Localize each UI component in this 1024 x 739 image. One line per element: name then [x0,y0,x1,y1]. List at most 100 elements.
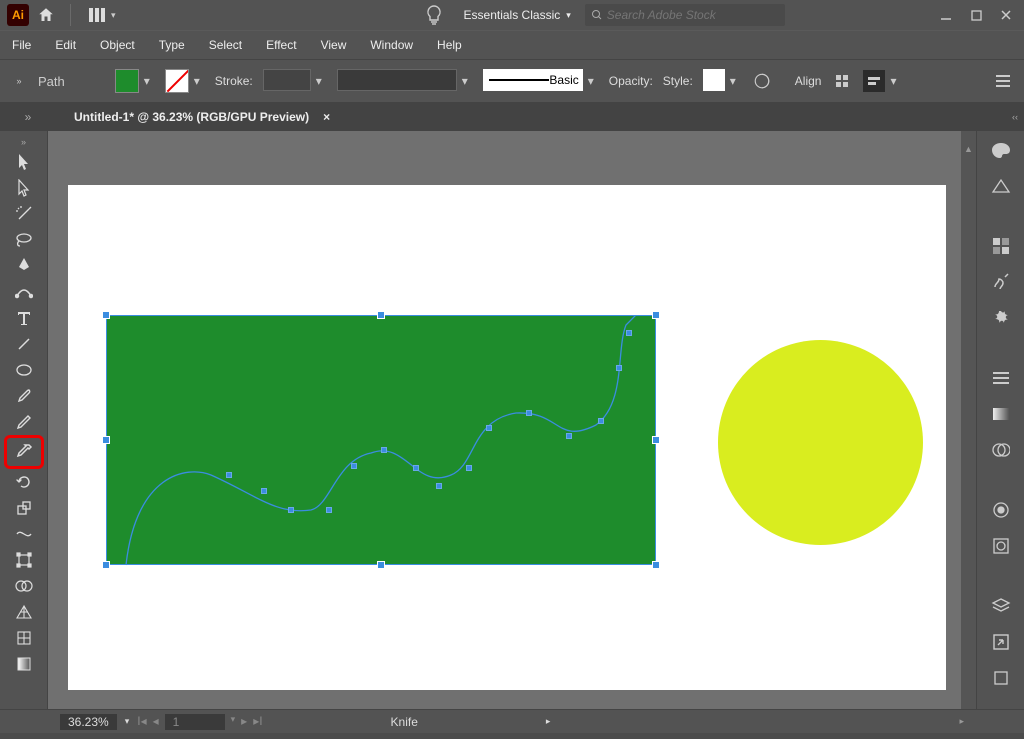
paintbrush-tool[interactable] [10,383,38,409]
fill-dropdown[interactable]: ▾ [139,69,155,93]
style-dropdown[interactable]: ▾ [725,69,741,93]
discover-icon[interactable] [426,5,442,25]
stroke-weight-field[interactable] [263,69,311,91]
stroke-panel-icon[interactable] [987,367,1015,389]
vertical-scrollbar[interactable]: ▲ [961,131,976,709]
stroke-weight-dropdown[interactable]: ▾ [311,69,327,93]
selection-handle[interactable] [102,561,110,569]
zoom-dropdown-icon[interactable]: ▾ [125,716,130,727]
selection-tool[interactable] [10,149,38,175]
selection-handle[interactable] [102,311,110,319]
menu-effect[interactable]: Effect [266,38,296,52]
gradient-tool[interactable] [10,651,38,677]
home-button[interactable] [32,1,60,29]
control-menu-icon[interactable] [992,70,1014,92]
prev-artboard-icon[interactable]: ◂ [153,714,159,730]
color-panel-icon[interactable] [987,139,1015,161]
close-button[interactable] [992,4,1020,26]
color-guide-icon[interactable] [987,175,1015,197]
align-button-1[interactable] [831,70,853,92]
width-tool[interactable] [10,521,38,547]
menu-object[interactable]: Object [100,38,135,52]
menu-file[interactable]: File [12,38,31,52]
align-button-2[interactable] [863,70,885,92]
swatches-panel-icon[interactable] [987,235,1015,257]
selection-handle[interactable] [377,311,385,319]
opacity-label: Opacity: [609,74,653,88]
first-artboard-icon[interactable]: I◂ [137,714,146,730]
shape-builder-tool[interactable] [10,573,38,599]
close-tab-icon[interactable]: × [323,110,330,124]
menu-window[interactable]: Window [370,38,413,52]
align-dropdown[interactable]: ▾ [885,69,901,93]
minimize-button[interactable] [932,4,960,26]
selection-handle[interactable] [652,561,660,569]
selection-handle[interactable] [652,436,660,444]
direct-selection-tool[interactable] [10,175,38,201]
search-container[interactable] [585,4,785,26]
right-panel-expand-icon[interactable]: ‹‹ [1012,112,1018,122]
brushes-panel-icon[interactable] [987,271,1015,293]
asset-export-icon[interactable] [987,631,1015,653]
fill-color-swatch[interactable] [115,69,139,93]
artboard-dropdown-icon[interactable]: ▾ [231,714,236,730]
search-input[interactable] [607,8,767,22]
eyedropper-tool[interactable] [4,435,44,469]
selection-handle[interactable] [102,436,110,444]
variable-width-profile[interactable] [337,69,457,91]
pen-tool[interactable] [10,253,38,279]
line-tool[interactable] [10,331,38,357]
artboards-panel-icon[interactable] [987,667,1015,689]
menu-help[interactable]: Help [437,38,462,52]
document-tab[interactable]: Untitled-1* @ 36.23% (RGB/GPU Preview) × [60,103,344,130]
pencil-tool[interactable] [10,409,38,435]
ellipse-tool[interactable] [10,357,38,383]
scroll-up-icon[interactable]: ▲ [961,141,976,157]
toolbox-collapse-icon[interactable]: » [21,137,26,147]
expand-control-icon[interactable]: » [10,76,28,86]
recolor-button[interactable] [751,70,773,92]
menu-type[interactable]: Type [159,38,185,52]
selection-handle[interactable] [652,311,660,319]
zoom-level[interactable]: 36.23% [60,714,117,730]
free-transform-tool[interactable] [10,547,38,573]
canvas-area[interactable]: ▲ [48,131,976,709]
tab-expand-icon[interactable]: » [18,102,38,131]
appearance-panel-icon[interactable] [987,499,1015,521]
menu-select[interactable]: Select [209,38,242,52]
scale-tool[interactable] [10,495,38,521]
arrange-documents-button[interactable]: ▾ [89,8,116,22]
lasso-tool[interactable] [10,227,38,253]
brush-definition[interactable]: Basic [483,69,583,91]
type-tool[interactable] [10,305,38,331]
artboard-index[interactable]: 1 [165,714,225,730]
stroke-color-swatch[interactable] [165,69,189,93]
menu-edit[interactable]: Edit [55,38,76,52]
graphic-style-swatch[interactable] [703,69,725,91]
brush-dropdown[interactable]: ▾ [583,69,599,93]
vwp-dropdown[interactable]: ▾ [457,69,473,93]
magic-wand-tool[interactable] [10,201,38,227]
artboard[interactable] [68,185,946,690]
right-panel-dock [976,131,1024,709]
next-artboard-icon[interactable]: ▸ [241,714,247,730]
stroke-dropdown[interactable]: ▾ [189,69,205,93]
symbols-panel-icon[interactable] [987,307,1015,329]
yellow-circle-shape[interactable] [718,340,923,545]
graphic-styles-icon[interactable] [987,535,1015,557]
curvature-tool[interactable] [10,279,38,305]
gradient-panel-icon[interactable] [987,403,1015,425]
rotate-tool[interactable] [10,469,38,495]
selection-handle[interactable] [377,561,385,569]
scroll-right-icon[interactable]: ▸ [959,716,964,727]
transparency-panel-icon[interactable] [987,439,1015,461]
maximize-button[interactable] [962,4,990,26]
status-menu-icon[interactable]: ▸ [546,716,551,727]
last-artboard-icon[interactable]: ▸I [253,714,262,730]
toolbox: » [0,131,48,709]
perspective-tool[interactable] [10,599,38,625]
layers-panel-icon[interactable] [987,595,1015,617]
mesh-tool[interactable] [10,625,38,651]
menu-view[interactable]: View [321,38,347,52]
workspace-switcher[interactable]: Essentials Classic ▾ [464,8,571,22]
